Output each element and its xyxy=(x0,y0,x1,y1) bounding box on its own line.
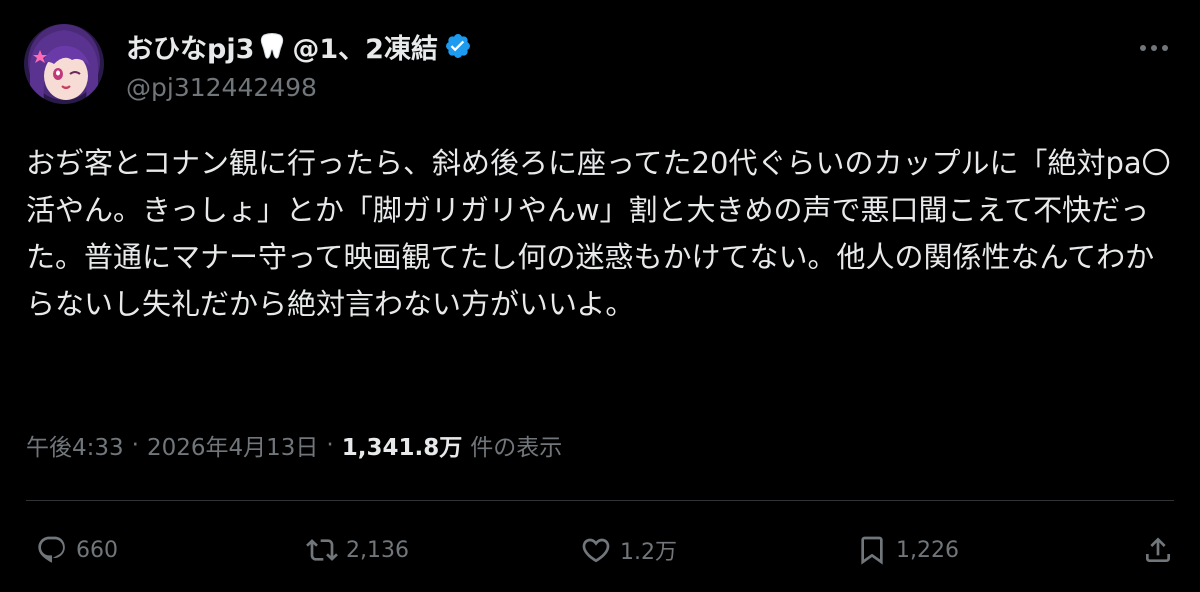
bookmark-icon xyxy=(861,536,883,565)
bookmark-button[interactable]: 1,226 xyxy=(856,525,959,575)
tweet-date[interactable]: 2026年4月13日 xyxy=(147,428,318,462)
meta-separator: · xyxy=(326,432,334,458)
heart-icon xyxy=(582,538,610,563)
reply-button[interactable]: 660 xyxy=(36,525,118,575)
avatar-image xyxy=(24,24,104,104)
display-name[interactable]: おひなpj3 xyxy=(126,27,254,66)
tooth-emoji-icon xyxy=(260,32,284,60)
retweet-button[interactable]: 2,136 xyxy=(306,525,409,575)
retweet-icon xyxy=(306,539,338,561)
more-icon xyxy=(1140,45,1168,51)
user-handle[interactable]: @pj312442498 xyxy=(126,73,317,102)
views-count: 1,341.8万 xyxy=(341,435,463,461)
retweet-count: 2,136 xyxy=(346,537,409,563)
display-name-suffix[interactable]: @1、2凍結 xyxy=(292,27,438,66)
share-button[interactable] xyxy=(1142,525,1174,575)
like-count: 1.2万 xyxy=(620,540,677,565)
bookmark-count: 1,226 xyxy=(896,537,959,563)
tweet-text: おぢ客とコナン観に行ったら、斜め後ろに座ってた20代ぐらいのカップルに「絶対pa… xyxy=(26,146,1171,321)
user-name-row: おひなpj3 @1、2凍結 xyxy=(126,26,472,66)
share-icon xyxy=(1146,537,1170,562)
verified-badge-icon[interactable] xyxy=(444,32,472,60)
meta-separator: · xyxy=(131,432,139,458)
tweet-actions: 660 2,136 1.2万 1,226 xyxy=(26,525,1174,575)
like-button[interactable]: 1.2万 xyxy=(580,525,677,575)
views-label: 件の表示 xyxy=(470,435,563,461)
reply-count: 660 xyxy=(76,537,118,563)
tweet-time[interactable]: 午後4:33 xyxy=(26,428,124,462)
avatar[interactable] xyxy=(24,24,104,104)
reply-icon xyxy=(38,536,65,563)
divider xyxy=(26,500,1174,501)
more-button[interactable] xyxy=(1136,30,1172,66)
tweet-meta: 午後4:33 · 2026年4月13日 · 1,341.8万 件の表示 xyxy=(26,428,562,462)
